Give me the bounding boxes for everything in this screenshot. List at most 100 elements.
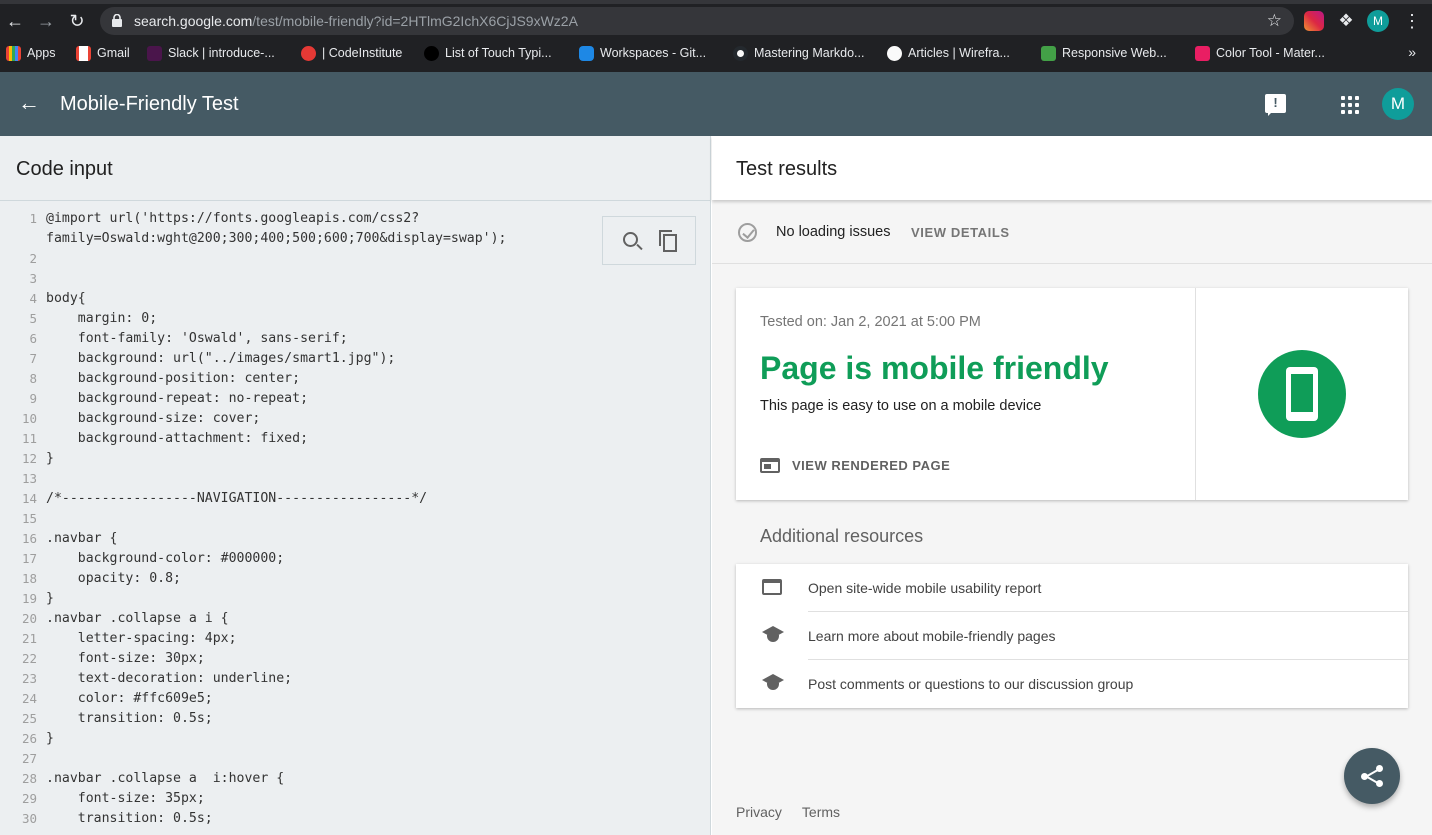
line-number: 29 bbox=[21, 791, 37, 806]
bookmark-gmail[interactable]: Gmail bbox=[76, 44, 130, 62]
code-text: } bbox=[46, 731, 54, 746]
verdict-heading: Page is mobile friendly bbox=[760, 350, 1109, 386]
instagram-extension-icon[interactable] bbox=[1304, 11, 1324, 31]
code-line: 14 /*-----------------NAVIGATION---------… bbox=[0, 489, 710, 509]
bookmark-star-icon[interactable]: ☆ bbox=[1267, 11, 1282, 31]
code-text: color: #ffc609e5; bbox=[46, 691, 213, 706]
codeinstitute-icon bbox=[301, 45, 316, 61]
code-editor[interactable]: 1 @import url('https://fonts.googleapis.c… bbox=[0, 209, 710, 829]
code-text: } bbox=[46, 451, 54, 466]
line-number: 27 bbox=[21, 751, 37, 766]
code-line: 7 background: url("../images/smart1.jpg"… bbox=[0, 349, 710, 369]
line-number: 1 bbox=[29, 211, 37, 226]
bookmark-slack[interactable]: Slack | introduce-... bbox=[147, 44, 275, 62]
code-line: 16 .navbar { bbox=[0, 529, 710, 549]
results-title: Test results bbox=[736, 158, 838, 180]
bookmark-touch-typing[interactable]: List of Touch Typi... bbox=[424, 44, 552, 62]
bookmark-apps[interactable]: Apps bbox=[6, 44, 56, 62]
copy-icon[interactable] bbox=[659, 230, 677, 252]
bookmark-label: | CodeInstitute bbox=[322, 46, 403, 60]
code-text: text-decoration: underline; bbox=[46, 671, 293, 686]
bookmark-color-tool[interactable]: Color Tool - Mater... bbox=[1195, 44, 1325, 62]
code-text: transition: 0.5s; bbox=[46, 811, 213, 826]
school-icon bbox=[762, 674, 784, 692]
code-text: letter-spacing: 4px; bbox=[46, 631, 237, 646]
smiley-icon bbox=[887, 45, 902, 61]
reload-icon[interactable]: ↻ bbox=[66, 10, 88, 32]
code-line: 5 margin: 0; bbox=[0, 309, 710, 329]
tested-on-timestamp: Tested on: Jan 2, 2021 at 5:00 PM bbox=[760, 314, 981, 330]
code-text: .navbar { bbox=[46, 531, 118, 546]
resource-label: Open site-wide mobile usability report bbox=[808, 580, 1042, 596]
browser-profile-avatar[interactable]: M bbox=[1367, 10, 1389, 32]
w3-icon bbox=[1041, 45, 1056, 61]
browser-back-icon[interactable]: ← bbox=[4, 10, 26, 32]
code-line: 29 font-size: 35px; bbox=[0, 789, 710, 809]
bookmark-responsive-web[interactable]: Responsive Web... bbox=[1041, 44, 1167, 62]
resource-item-usability-report[interactable]: Open site-wide mobile usability report bbox=[736, 564, 1408, 612]
material-icon bbox=[1195, 45, 1210, 61]
code-line: 26} bbox=[0, 729, 710, 749]
resources-list: Open site-wide mobile usability report L… bbox=[736, 564, 1408, 708]
address-bar[interactable]: search.google.com/test/mobile-friendly?i… bbox=[100, 7, 1294, 35]
line-number: 7 bbox=[29, 351, 37, 366]
browser-menu-icon[interactable]: ⋮ bbox=[1402, 11, 1422, 31]
url-text: search.google.com/test/mobile-friendly?i… bbox=[134, 13, 578, 29]
code-line: 24 color: #ffc609e5; bbox=[0, 689, 710, 709]
browser-forward-icon[interactable]: → bbox=[35, 10, 57, 32]
line-number: 24 bbox=[21, 691, 37, 706]
terms-link[interactable]: Terms bbox=[802, 804, 840, 820]
line-number: 26 bbox=[21, 731, 37, 746]
code-text: /*-----------------NAVIGATION-----------… bbox=[46, 491, 428, 506]
school-icon bbox=[762, 626, 784, 644]
code-line: 28 .navbar .collapse a i:hover { bbox=[0, 769, 710, 789]
code-line: 9 background-repeat: no-repeat; bbox=[0, 389, 710, 409]
code-text: background-repeat: no-repeat; bbox=[46, 391, 309, 406]
feedback-icon[interactable] bbox=[1265, 94, 1286, 116]
code-text: body{ bbox=[46, 291, 86, 306]
bookmark-label: Articles | Wirefra... bbox=[908, 46, 1010, 60]
line-number: 4 bbox=[29, 291, 37, 306]
loading-status-text: No loading issues bbox=[776, 224, 891, 240]
code-line: 3 bbox=[0, 269, 710, 289]
share-button[interactable] bbox=[1344, 748, 1400, 804]
line-number: 12 bbox=[21, 451, 37, 466]
line-number: 23 bbox=[21, 671, 37, 686]
google-apps-icon[interactable] bbox=[1341, 96, 1359, 114]
line-number: 6 bbox=[29, 331, 37, 346]
privacy-link[interactable]: Privacy bbox=[736, 804, 782, 820]
code-input-panel: Code input 1 @import url('https://fonts.g… bbox=[0, 136, 711, 835]
view-details-button[interactable]: VIEW DETAILS bbox=[911, 225, 1010, 240]
bookmark-wireframe[interactable]: Articles | Wirefra... bbox=[887, 44, 1010, 62]
code-text: family=Oswald:wght@200;300;400;500;600;7… bbox=[46, 231, 507, 246]
additional-resources-title: Additional resources bbox=[760, 526, 924, 546]
footer-links: Privacy Terms bbox=[736, 804, 840, 820]
line-number: 21 bbox=[21, 631, 37, 646]
search-icon[interactable] bbox=[623, 232, 638, 247]
resource-item-learn-more[interactable]: Learn more about mobile-friendly pages bbox=[736, 612, 1408, 660]
code-line: 20 .navbar .collapse a i { bbox=[0, 609, 710, 629]
bookmark-codeinstitute[interactable]: | CodeInstitute bbox=[301, 44, 402, 62]
code-text: transition: 0.5s; bbox=[46, 711, 213, 726]
bookmark-label: Mastering Markdo... bbox=[754, 46, 865, 60]
code-line: 25 transition: 0.5s; bbox=[0, 709, 710, 729]
extensions-puzzle-icon[interactable]: ❖ bbox=[1336, 11, 1356, 31]
bookmark-workspaces[interactable]: Workspaces - Git... bbox=[579, 44, 706, 62]
account-avatar[interactable]: M bbox=[1382, 88, 1414, 120]
code-text: background-size: cover; bbox=[46, 411, 261, 426]
line-number: 10 bbox=[21, 411, 37, 426]
view-rendered-label: VIEW RENDERED PAGE bbox=[792, 458, 951, 473]
code-line: 17 background-color: #000000; bbox=[0, 549, 710, 569]
line-number: 11 bbox=[21, 431, 37, 446]
code-toolbar bbox=[602, 216, 696, 265]
back-arrow-icon[interactable]: ← bbox=[18, 92, 40, 114]
loading-status-row: No loading issues VIEW DETAILS bbox=[712, 200, 1432, 264]
view-rendered-page-button[interactable]: VIEW RENDERED PAGE bbox=[760, 458, 950, 473]
app-header: ← Mobile-Friendly Test bbox=[0, 72, 1432, 136]
bookmarks-overflow-icon[interactable]: » bbox=[1408, 44, 1416, 60]
bookmark-github[interactable]: Mastering Markdo... bbox=[733, 44, 864, 62]
line-number: 13 bbox=[21, 471, 37, 486]
resource-item-discussion-group[interactable]: Post comments or questions to our discus… bbox=[736, 660, 1408, 708]
slack-icon bbox=[147, 45, 162, 61]
code-line: 22 font-size: 30px; bbox=[0, 649, 710, 669]
